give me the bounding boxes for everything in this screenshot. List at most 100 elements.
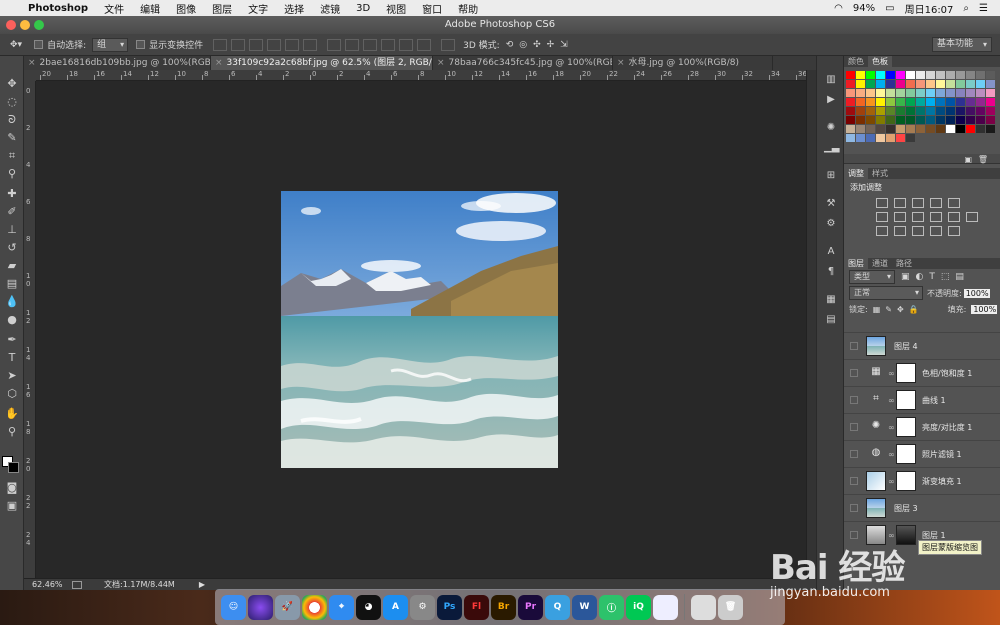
blur-tool-icon[interactable]: 💧 xyxy=(3,294,21,310)
layer-mask-thumbnail[interactable] xyxy=(896,417,916,437)
color-swatch[interactable] xyxy=(956,80,965,88)
quicktime-icon[interactable]: Q xyxy=(545,594,570,620)
color-swatch[interactable] xyxy=(846,125,855,133)
doc-tab-1[interactable]: × 2bae16816db109bb.jpg @ 100%(RGB/8) xyxy=(24,56,211,70)
color-swatch[interactable] xyxy=(846,80,855,88)
threshold-icon[interactable] xyxy=(912,226,924,236)
layer-thumbnail[interactable]: ✺ xyxy=(866,417,886,437)
pen-tool-icon[interactable]: ✒ xyxy=(3,332,21,348)
align-right-icon[interactable] xyxy=(303,38,318,51)
safari-icon[interactable]: ⌖ xyxy=(329,594,354,620)
color-swatch[interactable] xyxy=(906,134,915,142)
eyedropper-tool-icon[interactable]: ⚲ xyxy=(3,166,21,182)
color-swatch[interactable] xyxy=(856,80,865,88)
tab-paths[interactable]: 路径 xyxy=(892,258,916,269)
brightness-contrast-icon[interactable] xyxy=(876,198,888,208)
finder-icon[interactable]: ☺ xyxy=(221,594,246,620)
color-swatch[interactable] xyxy=(936,89,945,97)
color-swatch[interactable] xyxy=(886,71,895,79)
close-tab-icon[interactable]: × xyxy=(617,58,625,68)
brush-panel-icon[interactable]: ✺ xyxy=(824,122,838,134)
align-left-icon[interactable] xyxy=(267,38,282,51)
color-swatch[interactable] xyxy=(926,125,935,133)
color-swatch[interactable] xyxy=(936,71,945,79)
tab-color[interactable]: 颜色 xyxy=(844,56,868,67)
auto-select-checkbox[interactable]: 自动选择: xyxy=(34,38,86,51)
color-swatch[interactable] xyxy=(906,71,915,79)
filter-smart-icon[interactable]: ▤ xyxy=(955,272,964,282)
filter-shape-icon[interactable]: ⬚ xyxy=(941,272,950,282)
filter-type-icon[interactable]: T xyxy=(929,272,935,282)
color-swatch[interactable] xyxy=(946,80,955,88)
align-top-icon[interactable] xyxy=(213,38,228,51)
color-swatch[interactable] xyxy=(906,116,915,124)
zoom-window-icon[interactable] xyxy=(34,20,44,30)
layer-name[interactable]: 照片滤镜 1 xyxy=(922,449,962,460)
canvas-area[interactable] xyxy=(36,81,806,578)
tab-swatches[interactable]: 色板 xyxy=(868,56,892,67)
preview-icon[interactable] xyxy=(653,594,678,620)
layer-thumbnail[interactable] xyxy=(866,336,886,356)
mask-link-icon[interactable]: ∞ xyxy=(888,531,895,540)
clone-source-icon[interactable]: ▤ xyxy=(824,314,838,326)
crop-tool-icon[interactable]: ⌗ xyxy=(3,148,21,164)
exposure-icon[interactable] xyxy=(930,198,942,208)
color-swatch[interactable] xyxy=(896,98,905,106)
iqiyi-lite-icon[interactable]: ⓘ xyxy=(599,594,624,620)
auto-align-icon[interactable] xyxy=(441,38,456,51)
notification-icon[interactable]: ☰ xyxy=(979,3,988,14)
show-transform-checkbox[interactable]: 显示变换控件 xyxy=(136,38,203,51)
color-swatch[interactable] xyxy=(846,134,855,142)
color-swatch[interactable] xyxy=(966,116,975,124)
layer-row[interactable]: 图层 3 xyxy=(844,494,1000,521)
layer-thumbnail[interactable] xyxy=(866,498,886,518)
invert-icon[interactable] xyxy=(876,226,888,236)
marquee-tool-icon[interactable]: ◌ xyxy=(3,94,21,110)
color-swatch[interactable] xyxy=(876,107,885,115)
color-swatch[interactable] xyxy=(876,125,885,133)
color-swatch[interactable] xyxy=(906,107,915,115)
layer-filter-dropdown[interactable]: 类型 xyxy=(849,270,895,284)
distribute-vcenter-icon[interactable] xyxy=(345,38,360,51)
layer-name[interactable]: 图层 3 xyxy=(894,503,918,514)
menu-3d[interactable]: 3D xyxy=(348,3,378,14)
color-swatch[interactable] xyxy=(856,125,865,133)
color-swatch[interactable] xyxy=(886,89,895,97)
color-swatch[interactable] xyxy=(986,89,995,97)
menu-filter[interactable]: 滤镜 xyxy=(312,1,348,16)
color-swatch[interactable] xyxy=(856,107,865,115)
quick-select-tool-icon[interactable]: ✎ xyxy=(3,130,21,146)
layer-mask-thumbnail[interactable] xyxy=(896,444,916,464)
gradient-map-icon[interactable] xyxy=(930,226,942,236)
color-swatch[interactable] xyxy=(946,107,955,115)
paragraph-panel-icon[interactable]: ¶ xyxy=(824,266,838,278)
mask-link-icon[interactable]: ∞ xyxy=(888,423,895,432)
color-swatch[interactable] xyxy=(956,89,965,97)
color-swatch[interactable] xyxy=(876,134,885,142)
doc-tab-3[interactable]: × 78baa766c345fc45.jpg @ 100%(RGB/8) xyxy=(433,56,613,70)
distribute-left-icon[interactable] xyxy=(381,38,396,51)
color-balance-icon[interactable] xyxy=(894,212,906,222)
color-swatch[interactable] xyxy=(896,80,905,88)
3d-slide-icon[interactable]: ✢ xyxy=(547,40,555,50)
lasso-tool-icon[interactable]: ᘐ xyxy=(3,112,21,128)
color-swatch[interactable] xyxy=(936,107,945,115)
eraser-tool-icon[interactable]: ▰ xyxy=(3,258,21,274)
color-swatch[interactable] xyxy=(896,71,905,79)
color-swatch[interactable] xyxy=(866,125,875,133)
layer-row[interactable]: ⌗ ∞ 曲线 1 xyxy=(844,386,1000,413)
color-swatch[interactable] xyxy=(846,71,855,79)
history-brush-tool-icon[interactable]: ↺ xyxy=(3,240,21,256)
minimize-window-icon[interactable] xyxy=(20,20,30,30)
lock-pixels-icon[interactable]: ✎ xyxy=(885,305,892,314)
color-lookup-icon[interactable] xyxy=(966,212,978,222)
doc-tab-4[interactable]: × 水母.jpg @ 100%(RGB/8) xyxy=(613,56,773,70)
color-swatch[interactable] xyxy=(866,71,875,79)
menu-app-name[interactable]: Photoshop xyxy=(26,3,96,14)
blend-mode-dropdown[interactable]: 正常 xyxy=(849,286,923,300)
actions-panel-icon[interactable]: ▶ xyxy=(824,94,838,106)
color-swatch[interactable] xyxy=(946,71,955,79)
layer-row[interactable]: ◍ ∞ 照片滤镜 1 xyxy=(844,440,1000,467)
wifi-icon[interactable]: ◠ xyxy=(834,3,843,14)
word-icon[interactable]: W xyxy=(572,594,597,620)
